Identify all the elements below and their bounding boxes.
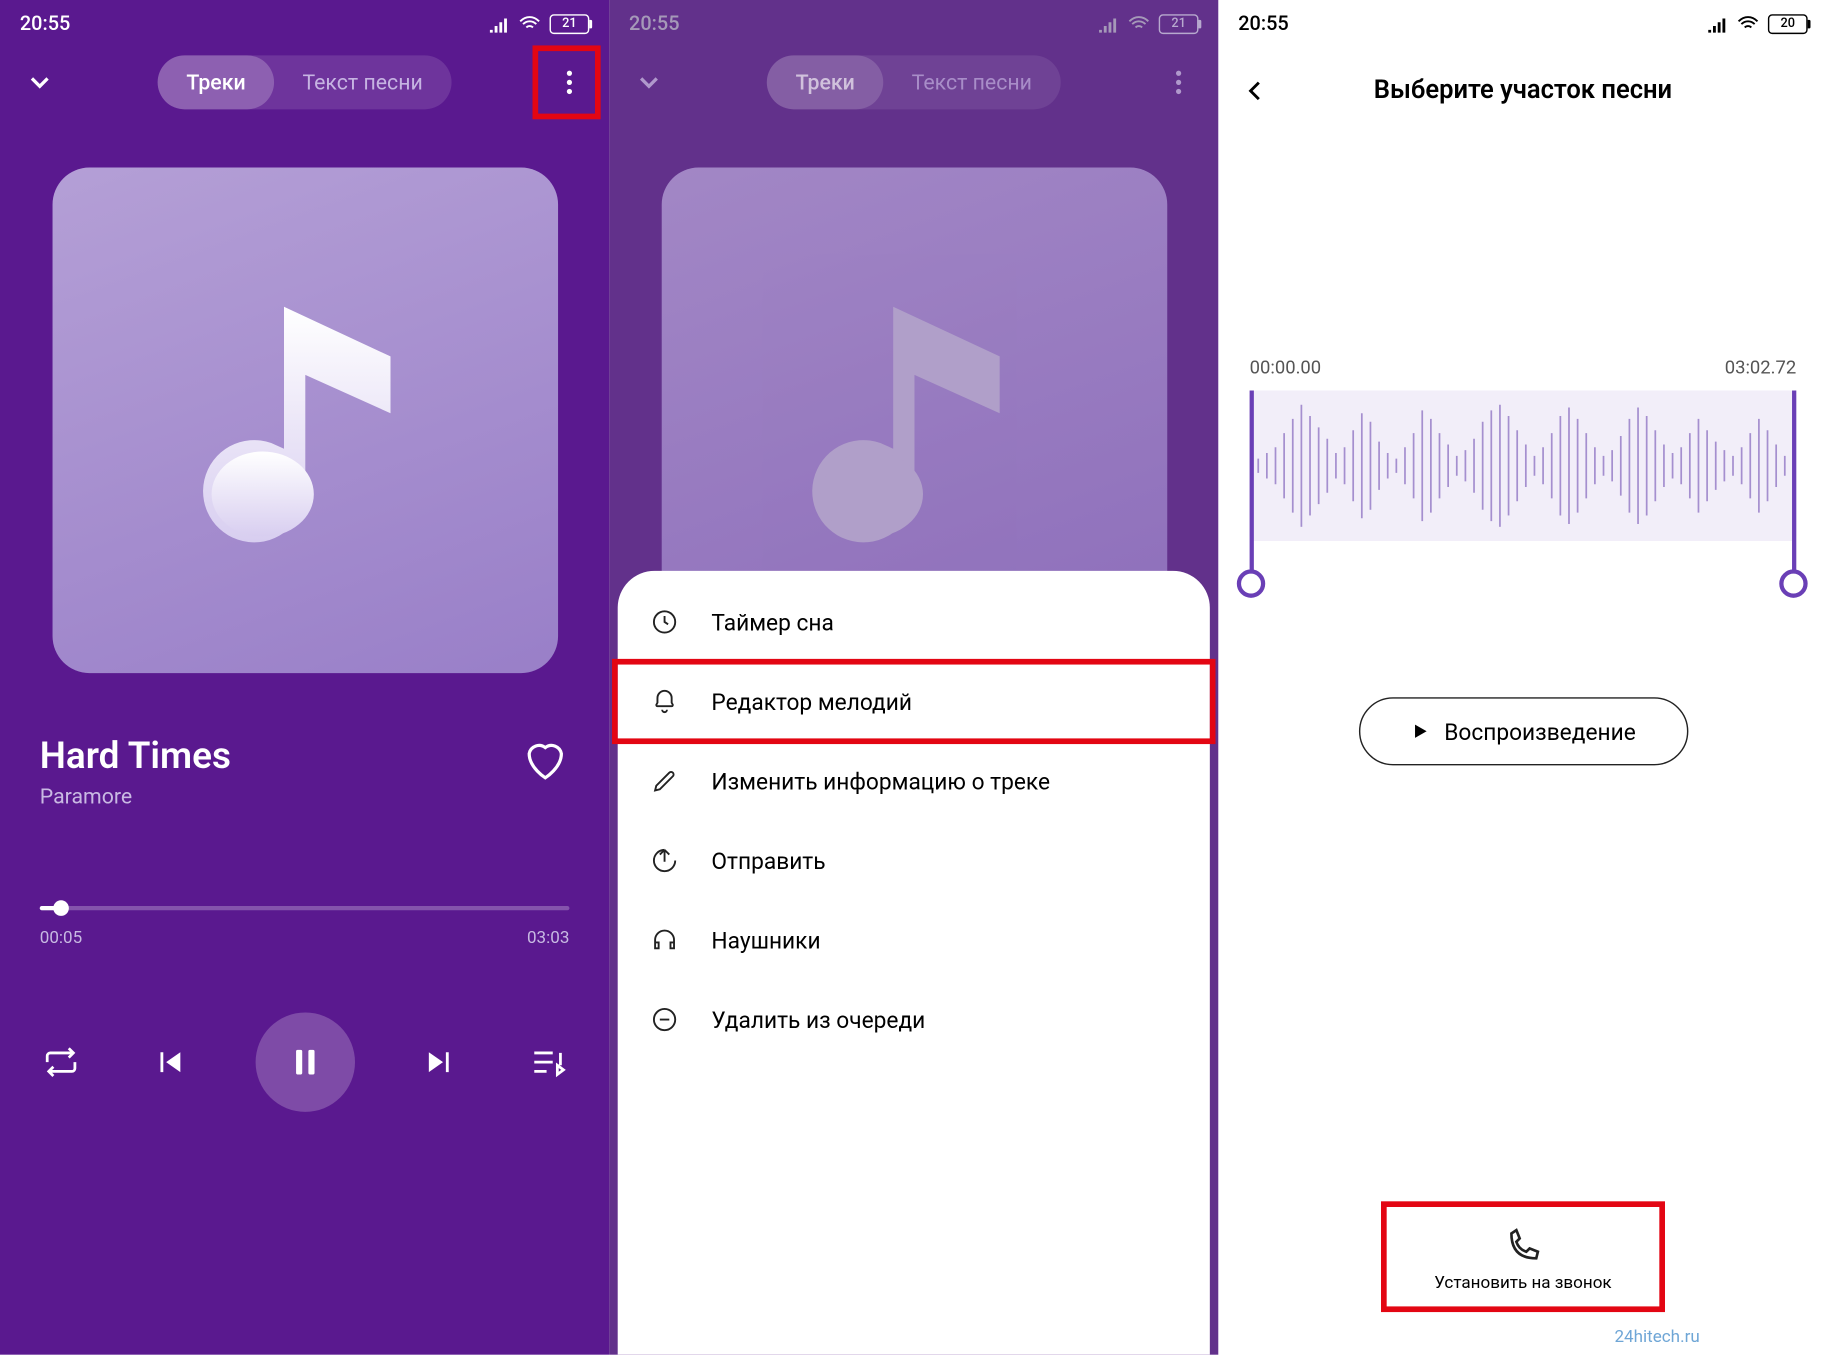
prev-icon xyxy=(152,1045,186,1079)
waveform-section: 00:00.00 03:02.72 xyxy=(1250,358,1797,541)
more-button[interactable] xyxy=(1153,57,1204,108)
battery-icon: 20 xyxy=(1768,14,1808,34)
battery-icon: 21 xyxy=(1159,14,1199,34)
trim-handle-right[interactable] xyxy=(1792,391,1796,576)
signal-icon xyxy=(487,13,510,36)
track-title: Hard Times xyxy=(40,736,231,779)
chevron-left-icon xyxy=(1241,77,1269,105)
battery-icon: 21 xyxy=(550,14,590,34)
highlight-box xyxy=(612,659,1216,744)
repeat-icon xyxy=(43,1044,80,1081)
trim-start: 00:00.00 xyxy=(1250,358,1322,379)
pause-icon xyxy=(286,1044,323,1081)
waveform[interactable] xyxy=(1250,391,1797,542)
wifi-icon xyxy=(518,13,541,36)
tab-lyrics[interactable]: Текст песни xyxy=(274,55,451,109)
track-artist: Paramore xyxy=(40,784,231,810)
tabs: Треки Текст песни xyxy=(158,55,451,109)
status-icons: 20 xyxy=(1705,13,1807,36)
progress-knob[interactable] xyxy=(53,900,69,916)
music-note-icon xyxy=(163,278,447,562)
editor-header: Выберите участок песни xyxy=(1218,48,1827,130)
chevron-down-icon xyxy=(24,67,55,98)
pencil-icon xyxy=(650,767,678,795)
menu-label: Отправить xyxy=(711,847,825,874)
handle-knob xyxy=(1779,569,1807,597)
menu-headphones[interactable]: Наушники xyxy=(618,900,1210,980)
highlight-box xyxy=(533,45,601,119)
status-bar: 20:55 21 xyxy=(0,0,609,48)
headphones-icon xyxy=(650,926,678,954)
screen-ringtone-editor: 20:55 20 Выберите участок песни 00:00.00… xyxy=(1218,0,1827,1355)
album-art xyxy=(52,168,558,674)
chevron-down-icon xyxy=(633,67,664,98)
context-menu-sheet: Таймер сна Редактор мелодий Изменить инф… xyxy=(618,571,1210,1355)
next-button[interactable] xyxy=(419,1041,462,1084)
play-label: Воспроизведение xyxy=(1444,718,1636,745)
menu-ringtone-editor[interactable]: Редактор мелодий xyxy=(618,662,1210,742)
menu-label: Таймер сна xyxy=(711,608,833,635)
watermark: 24hitech.ru xyxy=(1614,1326,1699,1346)
clock-icon xyxy=(650,608,678,636)
screen-player: 20:55 21 Треки Текст песни Hard Times Pa… xyxy=(0,0,609,1355)
tabs: Треки Текст песни xyxy=(767,55,1060,109)
waveform-bars xyxy=(1250,391,1797,542)
remove-icon xyxy=(650,1005,678,1033)
collapse-button[interactable] xyxy=(14,67,65,98)
player-top-row: Треки Текст песни xyxy=(609,48,1218,113)
prev-button[interactable] xyxy=(147,1041,190,1084)
play-preview-button[interactable]: Воспроизведение xyxy=(1358,697,1687,765)
menu-sleep-timer[interactable]: Таймер сна xyxy=(618,582,1210,662)
repeat-button[interactable] xyxy=(40,1041,83,1084)
favorite-button[interactable] xyxy=(521,736,569,784)
set-ringtone-button[interactable]: Установить на звонок xyxy=(1434,1227,1611,1292)
handle-knob xyxy=(1237,569,1265,597)
trim-handle-left[interactable] xyxy=(1250,391,1254,576)
elapsed-time: 00:05 xyxy=(40,927,82,947)
back-button[interactable] xyxy=(1235,71,1275,111)
screen-menu-overlay: 20:55 21 Треки Текст песни Hard Times xyxy=(609,0,1218,1355)
share-icon xyxy=(650,846,678,874)
next-icon xyxy=(424,1045,458,1079)
total-time: 03:03 xyxy=(527,927,569,947)
track-meta: Hard Times Paramore xyxy=(0,673,609,809)
trim-end: 03:02.72 xyxy=(1725,358,1797,379)
tab-tracks[interactable]: Треки xyxy=(767,55,883,109)
menu-label: Удалить из очереди xyxy=(711,1006,925,1033)
menu-label: Наушники xyxy=(711,927,820,954)
collapse-button[interactable] xyxy=(623,67,674,98)
more-vertical-icon xyxy=(1163,67,1194,98)
play-icon xyxy=(1410,721,1430,741)
highlight-box xyxy=(1380,1201,1664,1312)
status-icons: 21 xyxy=(487,13,589,36)
progress-bar[interactable] xyxy=(40,906,570,910)
pause-button[interactable] xyxy=(255,1012,354,1111)
status-time: 20:55 xyxy=(1238,13,1288,36)
queue-button[interactable] xyxy=(527,1041,570,1084)
player-top-row: Треки Текст песни xyxy=(0,48,609,113)
queue-icon xyxy=(530,1044,567,1081)
signal-icon xyxy=(1705,13,1728,36)
menu-share[interactable]: Отправить xyxy=(618,821,1210,901)
progress: 00:05 03:03 xyxy=(0,809,609,947)
menu-edit-info[interactable]: Изменить информацию о треке xyxy=(618,741,1210,821)
tab-tracks[interactable]: Треки xyxy=(158,55,274,109)
controls xyxy=(0,947,609,1112)
music-note-icon xyxy=(772,278,1056,562)
editor-title: Выберите участок песни xyxy=(1374,75,1672,105)
more-button[interactable] xyxy=(544,57,595,108)
menu-remove-queue[interactable]: Удалить из очереди xyxy=(618,980,1210,1060)
status-bar: 20:55 20 xyxy=(1218,0,1827,48)
tab-lyrics[interactable]: Текст песни xyxy=(883,55,1060,109)
wifi-icon xyxy=(1737,13,1760,36)
menu-label: Изменить информацию о треке xyxy=(711,768,1050,795)
status-time: 20:55 xyxy=(20,13,70,36)
